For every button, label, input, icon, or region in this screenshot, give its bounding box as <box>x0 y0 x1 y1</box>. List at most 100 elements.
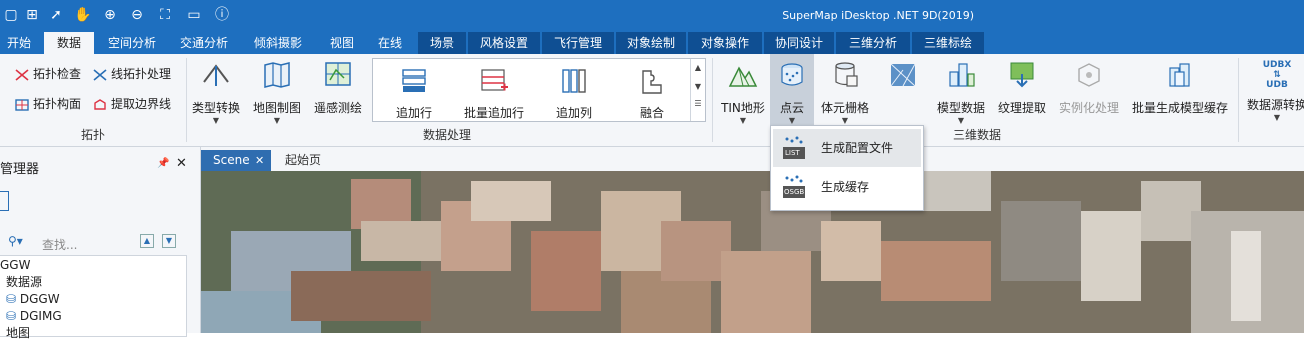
map-sheet-icon <box>264 62 290 88</box>
datasource-convert-button[interactable]: UDBX ⇅ UDB 数据源转换 ▼ <box>1244 58 1304 122</box>
type-convert-button[interactable]: 类型转换 ▼ <box>190 60 242 125</box>
tab-scene-doc[interactable]: Scene ✕ <box>201 150 271 171</box>
generate-cache-icon: OSGB <box>781 174 807 200</box>
close-icon[interactable]: ✕ <box>176 156 187 171</box>
menu-item-generate-config[interactable]: LIST 生成配置文件 <box>773 129 921 167</box>
instancing-button[interactable]: 实例化处理 <box>1056 60 1122 116</box>
ribbon-separator <box>1238 58 1239 142</box>
tab-object-operation[interactable]: 对象操作 <box>688 32 762 54</box>
voxel-grid-button[interactable]: 体元栅格 ▼ <box>818 60 872 125</box>
tab-3d-plotting[interactable]: 三维标绘 <box>912 32 984 54</box>
close-icon[interactable]: ✕ <box>255 150 264 171</box>
move-up-icon[interactable]: ▲ <box>140 234 154 248</box>
append-row-button[interactable]: 追加行 <box>375 59 453 121</box>
move-down-icon[interactable]: ▼ <box>162 234 176 248</box>
panel-title: 管理器 <box>0 162 40 177</box>
line-topology-process-button[interactable]: 线拓扑处理 <box>92 64 171 84</box>
tab-online[interactable]: 在线 <box>370 32 410 54</box>
append-column-button[interactable]: 追加列 <box>535 59 613 121</box>
data-processing-gallery: 追加行 批量追加行 追加列 融合 ▲ ▼ ☰ <box>372 58 706 122</box>
map-sheet-label: 地图制图 <box>252 101 301 115</box>
point-cloud-button[interactable]: 点云 ▼ <box>770 54 814 132</box>
tab-data[interactable]: 数据 <box>44 32 94 54</box>
gallery-scrollbar[interactable]: ▲ ▼ ☰ <box>690 59 705 121</box>
pin-icon[interactable]: 📌 <box>157 158 169 169</box>
search-input[interactable]: 查找... <box>42 236 77 253</box>
tab-view[interactable]: 视图 <box>322 32 362 54</box>
tab-object-drawing[interactable]: 对象绘制 <box>616 32 686 54</box>
select-cursor-icon[interactable]: ➚ <box>48 7 64 23</box>
topology-check-button[interactable]: 拓扑检查 <box>14 64 81 84</box>
merge-puzzle-icon <box>642 70 662 94</box>
tin-terrain-button[interactable]: TIN地形 ▼ <box>718 60 768 125</box>
zoom-out-icon[interactable]: ⊖ <box>129 7 145 23</box>
tab-oblique-photography[interactable]: 倾斜摄影 <box>246 32 310 54</box>
topology-group-label: 拓扑 <box>80 128 105 142</box>
append-row-label: 追加行 <box>395 106 432 120</box>
tree-item-datasources[interactable]: 数据源 <box>6 273 42 291</box>
tab-start-page[interactable]: 起始页 <box>285 150 321 171</box>
remote-sensing-button[interactable]: 遥感测绘 <box>310 60 366 116</box>
workspace-tree: GGW 数据源 ⛁ DGGW ⛁ DGIMG 地图 <box>0 255 187 340</box>
model-data-button[interactable]: 模型数据 ▼ <box>934 60 988 125</box>
tree-item-dggw[interactable]: ⛁ DGGW <box>6 290 60 308</box>
tree-item-maps[interactable]: 地图 <box>6 324 30 342</box>
datasource-convert-label: 数据源转换 <box>1246 98 1304 112</box>
full-extent-icon[interactable]: ⛶ <box>157 7 173 23</box>
voxel-grid-label: 体元栅格 <box>820 101 869 115</box>
extract-boundary-button[interactable]: 提取边界线 <box>92 94 171 114</box>
instancing-label: 实例化处理 <box>1058 101 1119 115</box>
tree-item-label: DGGW <box>19 292 60 306</box>
merge-button[interactable]: 融合 <box>613 59 691 121</box>
help-icon[interactable]: ⓘ <box>214 7 230 23</box>
menu-item-label: 生成缓存 <box>821 180 870 194</box>
remote-sensing-icon <box>325 62 351 86</box>
extract-boundary-icon <box>94 98 106 110</box>
osgb-badge: OSGB <box>784 188 805 196</box>
batch-append-row-button[interactable]: 批量追加行 <box>455 59 533 121</box>
tin-terrain-icon <box>728 66 758 87</box>
texture-extract-icon <box>1010 62 1034 88</box>
workspace-icon[interactable] <box>0 191 9 211</box>
chevron-down-icon: ▼ <box>788 116 796 125</box>
point-cloud-icon <box>781 63 803 86</box>
line-topology-icon <box>93 68 107 81</box>
tree-item-workspace[interactable]: GGW <box>0 256 30 274</box>
tab-3d-analysis[interactable]: 三维分析 <box>836 32 910 54</box>
workspace-manager-panel: 管理器 📌 ✕ ⚲▾ 查找... ▲ ▼ GGW 数据源 ⛁ DGGW ⛁ DG… <box>0 147 201 340</box>
zoom-in-icon[interactable]: ⊕ <box>102 7 118 23</box>
remote-sensing-label: 遥感测绘 <box>313 101 362 115</box>
scroll-down-icon[interactable]: ▼ <box>691 82 705 91</box>
type-convert-label: 类型转换 <box>191 101 240 115</box>
build-tim-button[interactable] <box>878 60 928 99</box>
new-icon[interactable]: ▢ <box>3 7 19 23</box>
topology-check-label: 拓扑检查 <box>33 67 82 81</box>
tab-traffic-analysis[interactable]: 交通分析 <box>172 32 236 54</box>
texture-extract-button[interactable]: 纹理提取 <box>994 60 1050 116</box>
build-polygon-button[interactable]: 拓扑构面 <box>14 94 81 114</box>
scroll-up-icon[interactable]: ▲ <box>691 63 705 72</box>
list-badge: LIST <box>785 149 800 157</box>
search-icon[interactable]: ⚲▾ <box>8 234 23 248</box>
batch-model-cache-button[interactable]: 批量生成模型缓存 <box>1128 60 1232 116</box>
tab-style-settings[interactable]: 风格设置 <box>468 32 540 54</box>
pan-hand-icon[interactable]: ✋ <box>74 7 91 23</box>
tab-spatial-analysis[interactable]: 空间分析 <box>100 32 164 54</box>
batch-model-cache-icon <box>1169 63 1190 87</box>
batch-append-row-icon <box>481 69 508 91</box>
tab-flight-management[interactable]: 飞行管理 <box>542 32 614 54</box>
map-sheet-button[interactable]: 地图制图 ▼ <box>250 60 304 125</box>
instancing-icon <box>1078 63 1100 87</box>
tab-collaborative-design[interactable]: 协同设计 <box>764 32 834 54</box>
gallery-expand-icon[interactable]: ☰ <box>691 99 705 108</box>
build-tim-icon <box>890 63 916 87</box>
config-file-icon: LIST <box>781 135 807 161</box>
open-folder-icon[interactable]: ▭ <box>186 7 202 23</box>
menu-item-generate-cache[interactable]: OSGB 生成缓存 <box>773 168 921 206</box>
3d-scene-view[interactable] <box>201 171 1304 333</box>
tab-start[interactable]: 开始 <box>0 32 38 54</box>
save-icon[interactable]: ⊞ <box>24 7 40 23</box>
chevron-down-icon: ▼ <box>739 116 747 125</box>
tab-scene[interactable]: 场景 <box>418 32 466 54</box>
tree-item-dgimg[interactable]: ⛁ DGIMG <box>6 307 62 325</box>
